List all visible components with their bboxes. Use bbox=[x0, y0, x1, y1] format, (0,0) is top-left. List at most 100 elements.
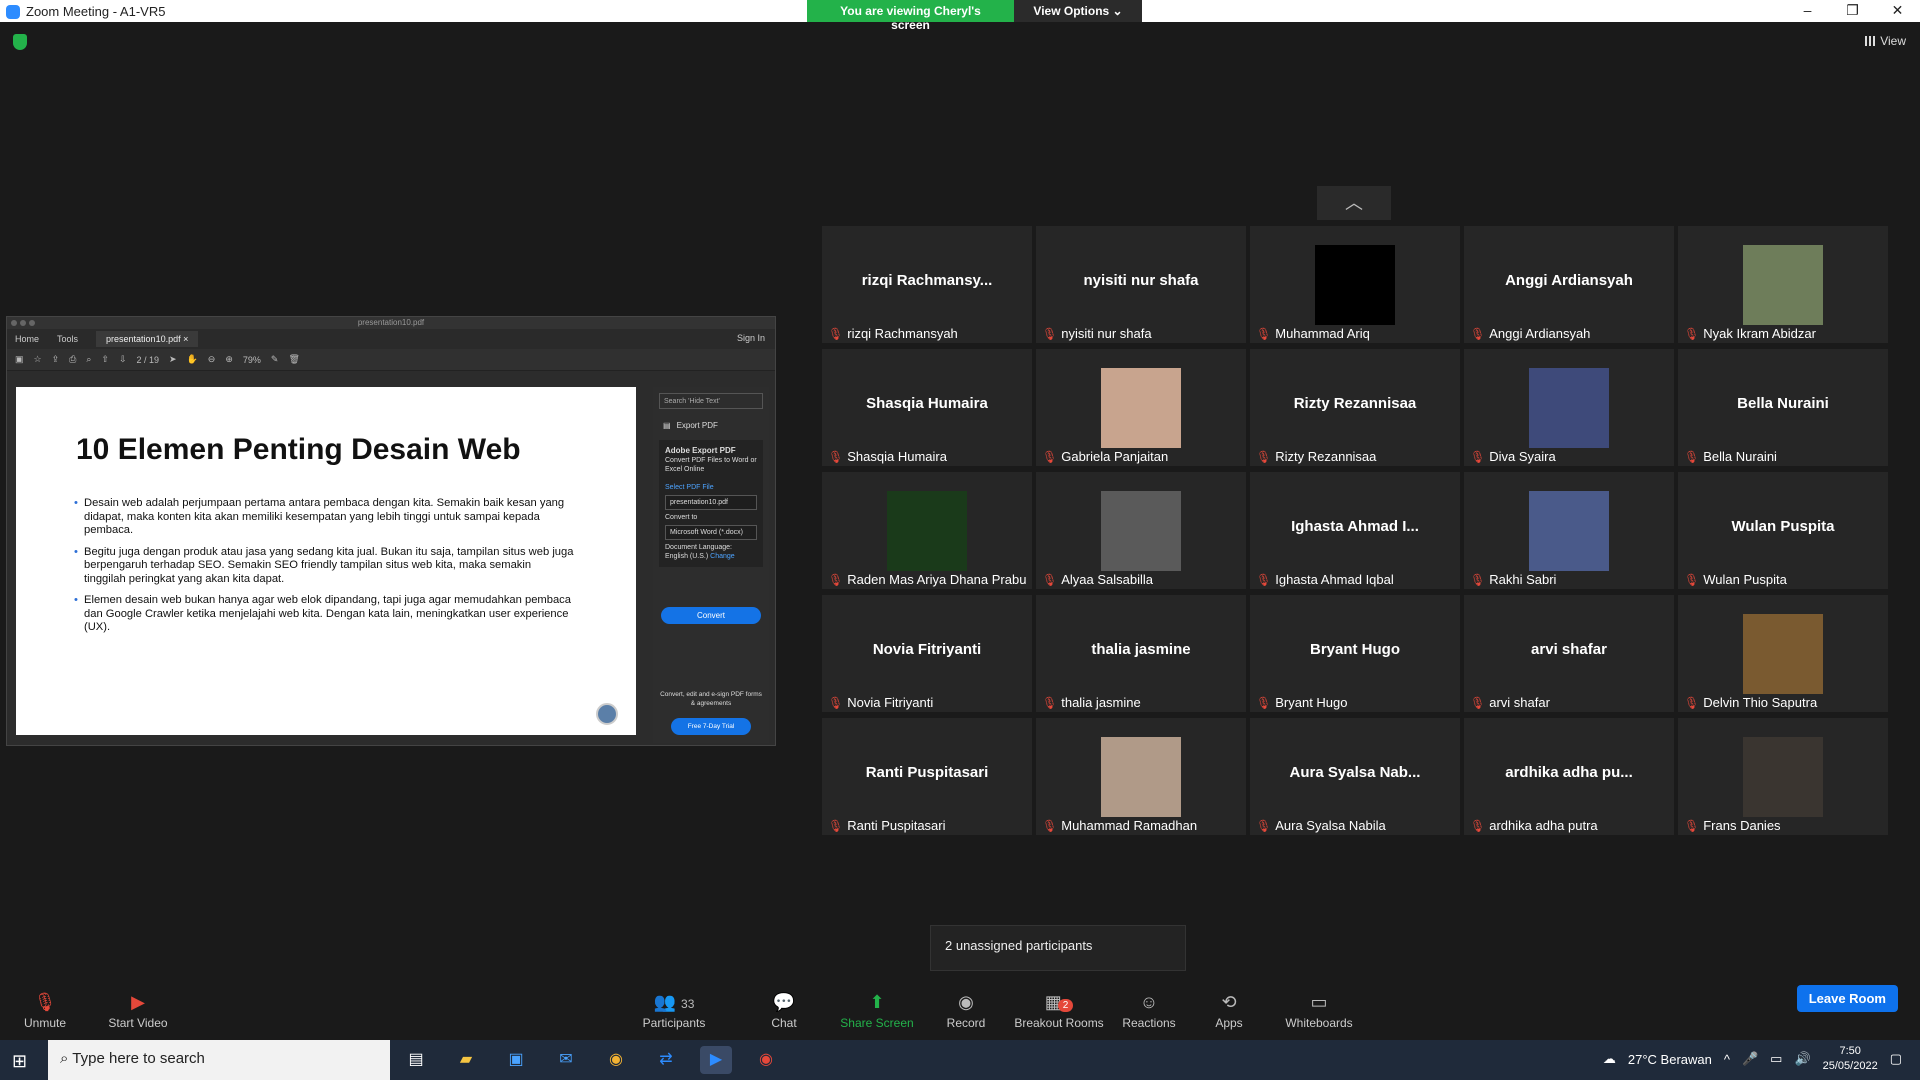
store-icon[interactable]: ▣ bbox=[500, 1046, 532, 1074]
view-button[interactable]: View bbox=[1865, 34, 1906, 48]
participant-tile[interactable]: 🎙 Diva Syaira bbox=[1464, 349, 1674, 466]
participants-button[interactable]: 👥 33 Participants bbox=[629, 992, 719, 1030]
mail-icon[interactable]: ✉ bbox=[550, 1046, 582, 1074]
participant-tile[interactable]: 🎙 Muhammad Ramadhan bbox=[1036, 718, 1246, 835]
network-icon[interactable]: ▭ bbox=[1770, 1051, 1782, 1067]
unassigned-popup[interactable]: 2 unassigned participants bbox=[930, 925, 1186, 971]
participant-tile[interactable]: thalia jasmine 🎙 thalia jasmine bbox=[1036, 595, 1246, 712]
minimize-button[interactable]: – bbox=[1785, 0, 1830, 22]
print-icon[interactable]: ⎙ bbox=[69, 354, 76, 365]
participant-tile[interactable]: Wulan Puspita 🎙 Wulan Puspita bbox=[1678, 472, 1888, 589]
participant-video bbox=[1101, 368, 1181, 448]
zoom-out-icon[interactable]: ⊖ bbox=[208, 354, 216, 365]
zoom-search-icon[interactable]: ⌕ bbox=[86, 354, 91, 365]
export-pdf-header[interactable]: ▤ Export PDF bbox=[653, 415, 769, 436]
participant-tile[interactable]: Rizty Rezannisaa 🎙 Rizty Rezannisaa bbox=[1250, 349, 1460, 466]
teamviewer-icon[interactable]: ⇄ bbox=[650, 1046, 682, 1074]
participant-tile[interactable]: arvi shafar 🎙 arvi shafar bbox=[1464, 595, 1674, 712]
comment-icon[interactable]: ✎ bbox=[271, 354, 279, 365]
clock[interactable]: 7:50 25/05/2022 bbox=[1823, 1044, 1878, 1074]
participant-tile[interactable]: Ighasta Ahmad I... 🎙 Ighasta Ahmad Iqbal bbox=[1250, 472, 1460, 589]
share-icon: ⬆ bbox=[869, 992, 885, 1012]
notifications-icon[interactable]: ▢ bbox=[1890, 1051, 1902, 1067]
change-link[interactable]: Change bbox=[710, 553, 735, 560]
convert-button[interactable]: Convert bbox=[661, 607, 761, 624]
microphone-icon[interactable]: 🎤 bbox=[1742, 1051, 1758, 1067]
cursor-icon[interactable]: ➤ bbox=[169, 354, 177, 365]
muted-mic-icon: 🎙 bbox=[828, 695, 844, 710]
hand-icon[interactable]: ✋ bbox=[187, 354, 198, 365]
trash-icon[interactable]: 🗑 bbox=[288, 354, 299, 365]
share-screen-button[interactable]: ⬆ Share Screen bbox=[832, 992, 922, 1030]
start-video-button[interactable]: ▶ Start Video bbox=[93, 992, 183, 1030]
participant-tile[interactable]: 🎙 Gabriela Panjaitan bbox=[1036, 349, 1246, 466]
participant-name: 🎙 nyisiti nur shafa bbox=[1042, 326, 1152, 341]
file-field[interactable]: presentation10.pdf bbox=[665, 495, 757, 510]
record-button[interactable]: ◉ Record bbox=[921, 992, 1011, 1030]
zoom-level[interactable]: 79% bbox=[243, 355, 261, 365]
participant-tile[interactable]: ardhika adha pu... 🎙 ardhika adha putra bbox=[1464, 718, 1674, 835]
view-label: View bbox=[1880, 34, 1906, 48]
unmute-button[interactable]: 🎙 Unmute bbox=[0, 992, 90, 1030]
breakout-rooms-button[interactable]: ▦2 Breakout Rooms bbox=[1014, 992, 1104, 1030]
chat-button[interactable]: 💬 Chat bbox=[739, 992, 829, 1030]
record-icon: ◉ bbox=[958, 992, 974, 1012]
share-banner: You are viewing Cheryl's screen View Opt… bbox=[807, 0, 1142, 32]
upload-icon[interactable]: ⇪ bbox=[52, 354, 60, 365]
file-explorer-icon[interactable]: ▰ bbox=[450, 1046, 482, 1074]
participant-name: 🎙 Raden Mas Ariya Dhana Prabu bbox=[828, 572, 1027, 587]
free-trial-button[interactable]: Free 7-Day Trial bbox=[671, 718, 751, 735]
participant-tile[interactable]: 🎙 Nyak Ikram Abidzar bbox=[1678, 226, 1888, 343]
page-down-icon[interactable]: ⇩ bbox=[119, 354, 127, 365]
participant-tile[interactable]: 🎙 Rakhi Sabri bbox=[1464, 472, 1674, 589]
cursor-indicator bbox=[596, 703, 618, 725]
participant-tile[interactable]: 🎙 Muhammad Ariq bbox=[1250, 226, 1460, 343]
zoom-in-icon[interactable]: ⊕ bbox=[225, 354, 233, 365]
participant-tile[interactable]: Aura Syalsa Nab... 🎙 Aura Syalsa Nabila bbox=[1250, 718, 1460, 835]
participant-tile[interactable]: 🎙 Frans Danies bbox=[1678, 718, 1888, 835]
participant-tile[interactable]: 🎙 Alyaa Salsabilla bbox=[1036, 472, 1246, 589]
weather-text[interactable]: 27°C Berawan bbox=[1628, 1052, 1712, 1067]
whiteboards-button[interactable]: ▭ Whiteboards bbox=[1274, 992, 1364, 1030]
participant-tile[interactable]: Anggi Ardiansyah 🎙 Anggi Ardiansyah bbox=[1464, 226, 1674, 343]
participant-tile[interactable]: Ranti Puspitasari 🎙 Ranti Puspitasari bbox=[822, 718, 1032, 835]
participant-tile[interactable]: Bryant Hugo 🎙 Bryant Hugo bbox=[1250, 595, 1460, 712]
participant-name: 🎙 rizqi Rachmansyah bbox=[828, 326, 958, 341]
close-button[interactable]: ✕ bbox=[1875, 0, 1920, 22]
security-shield-icon[interactable] bbox=[13, 34, 27, 50]
reactions-button[interactable]: ☺ Reactions bbox=[1104, 992, 1194, 1030]
participant-tile[interactable]: 🎙 Raden Mas Ariya Dhana Prabu bbox=[822, 472, 1032, 589]
participant-tile[interactable]: rizqi Rachmansy... 🎙 rizqi Rachmansyah bbox=[822, 226, 1032, 343]
tab-home[interactable]: Home bbox=[15, 334, 39, 344]
participant-tile[interactable]: Shasqia Humaira 🎙 Shasqia Humaira bbox=[822, 349, 1032, 466]
participant-tile[interactable]: Novia Fitriyanti 🎙 Novia Fitriyanti bbox=[822, 595, 1032, 712]
zoom-taskbar-icon[interactable]: ▶ bbox=[700, 1046, 732, 1074]
participant-tile[interactable]: nyisiti nur shafa 🎙 nyisiti nur shafa bbox=[1036, 226, 1246, 343]
taskbar-apps: ▤ ▰ ▣ ✉ ◉ ⇄ ▶ ◉ bbox=[400, 1046, 782, 1074]
tray-chevron-icon[interactable]: ^ bbox=[1724, 1052, 1730, 1067]
tab-file[interactable]: presentation10.pdf × bbox=[96, 331, 199, 347]
sign-in-link[interactable]: Sign In bbox=[737, 333, 765, 343]
task-view-icon[interactable]: ▤ bbox=[400, 1046, 432, 1074]
participant-tile[interactable]: 🎙 Delvin Thio Saputra bbox=[1678, 595, 1888, 712]
page-up-icon[interactable]: ⇧ bbox=[101, 354, 109, 365]
view-options-button[interactable]: View Options ⌄ bbox=[1014, 0, 1142, 22]
star-icon[interactable]: ☆ bbox=[34, 354, 42, 365]
chrome-icon[interactable]: ◉ bbox=[600, 1046, 632, 1074]
apps-button[interactable]: ⟲ Apps bbox=[1184, 992, 1274, 1030]
format-select[interactable]: Microsoft Word (*.docx) bbox=[665, 525, 757, 540]
taskbar-search[interactable]: ⌕ Type here to search bbox=[48, 1040, 390, 1080]
tab-tools[interactable]: Tools bbox=[57, 334, 78, 344]
participant-tile[interactable]: Bella Nuraini 🎙 Bella Nuraini bbox=[1678, 349, 1888, 466]
windows-start-icon[interactable]: ⊞ bbox=[12, 1051, 27, 1072]
restore-button[interactable]: ❐ bbox=[1830, 0, 1875, 22]
chrome-profile-icon[interactable]: ◉ bbox=[750, 1046, 782, 1074]
panel-search[interactable]: Search 'Hide Text' bbox=[659, 393, 763, 409]
participant-name: 🎙 Rizty Rezannisaa bbox=[1256, 449, 1377, 464]
leave-room-button[interactable]: Leave Room bbox=[1796, 985, 1898, 1012]
scroll-up-button[interactable]: ︿ bbox=[1317, 186, 1391, 220]
save-icon[interactable]: ▣ bbox=[15, 354, 24, 365]
page-indicator[interactable]: 2 / 19 bbox=[136, 355, 159, 365]
participant-gallery: rizqi Rachmansy... 🎙 rizqi Rachmansyah nyis… bbox=[822, 226, 1888, 835]
volume-icon[interactable]: 🔊 bbox=[1794, 1051, 1810, 1067]
